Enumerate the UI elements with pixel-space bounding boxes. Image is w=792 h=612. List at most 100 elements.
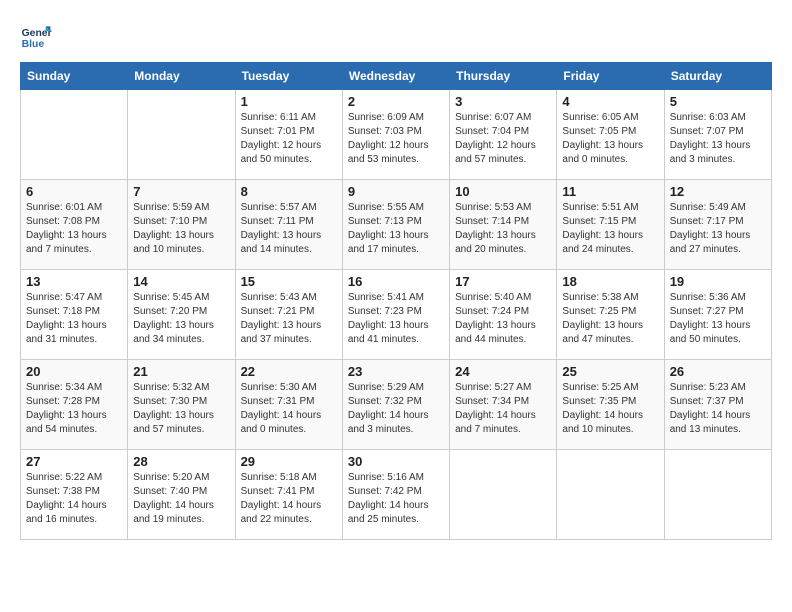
calendar-cell: 7 Sunrise: 5:59 AM Sunset: 7:10 PM Daylig… [128, 180, 235, 270]
calendar-cell: 28Sunrise: 5:20 AM Sunset: 7:40 PM Dayli… [128, 450, 235, 540]
day-detail: Sunrise: 5:16 AM Sunset: 7:42 PM Dayligh… [348, 471, 444, 527]
calendar-cell: 2 Sunrise: 6:09 AM Sunset: 7:03 PM Daylig… [342, 90, 449, 180]
calendar-cell: 3Sunrise: 6:07 AM Sunset: 7:04 PM Daylig… [450, 90, 557, 180]
calendar-cell: 30Sunrise: 5:16 AM Sunset: 7:42 PM Dayli… [342, 450, 449, 540]
day-detail: Sunrise: 5:41 AM Sunset: 7:23 PM Dayligh… [348, 291, 444, 347]
week-row-2: 6Sunrise: 6:01 AM Sunset: 7:08 PM Daylig… [21, 180, 772, 270]
day-number: 4 [562, 94, 658, 109]
calendar-cell: 24 Sunrise: 5:27 AM Sunset: 7:34 PM Dayli… [450, 360, 557, 450]
calendar-cell: 13 Sunrise: 5:47 AM Sunset: 7:18 PM Dayli… [21, 270, 128, 360]
calendar-cell: 4 Sunrise: 6:05 AM Sunset: 7:05 PM Daylig… [557, 90, 664, 180]
day-number: 25 [562, 364, 658, 379]
day-number: 10 [455, 184, 551, 199]
day-header-thursday: Thursday [450, 63, 557, 90]
calendar-cell: 27 Sunrise: 5:22 AM Sunset: 7:38 PM Dayli… [21, 450, 128, 540]
day-number: 8 [241, 184, 337, 199]
calendar-cell: 8 Sunrise: 5:57 AM Sunset: 7:11 PM Daylig… [235, 180, 342, 270]
day-detail: Sunrise: 5:34 AM Sunset: 7:28 PM Dayligh… [26, 381, 122, 437]
calendar-cell [450, 450, 557, 540]
day-header-saturday: Saturday [664, 63, 771, 90]
day-number: 7 [133, 184, 229, 199]
day-header-wednesday: Wednesday [342, 63, 449, 90]
day-number: 21 [133, 364, 229, 379]
day-detail: Sunrise: 5:49 AM Sunset: 7:17 PM Dayligh… [670, 201, 766, 257]
day-detail: Sunrise: 5:38 AM Sunset: 7:25 PM Dayligh… [562, 291, 658, 347]
calendar-cell: 11Sunrise: 5:51 AM Sunset: 7:15 PM Dayli… [557, 180, 664, 270]
day-number: 17 [455, 274, 551, 289]
day-number: 13 [26, 274, 122, 289]
calendar-cell: 15 Sunrise: 5:43 AM Sunset: 7:21 PM Dayli… [235, 270, 342, 360]
logo: General Blue [20, 20, 56, 52]
day-detail: Sunrise: 6:05 AM Sunset: 7:05 PM Dayligh… [562, 111, 658, 167]
day-number: 5 [670, 94, 766, 109]
calendar-cell [557, 450, 664, 540]
day-number: 23 [348, 364, 444, 379]
day-detail: Sunrise: 5:23 AM Sunset: 7:37 PM Dayligh… [670, 381, 766, 437]
calendar-cell: 14 Sunrise: 5:45 AM Sunset: 7:20 PM Dayli… [128, 270, 235, 360]
day-number: 16 [348, 274, 444, 289]
calendar-cell: 18 Sunrise: 5:38 AM Sunset: 7:25 PM Dayli… [557, 270, 664, 360]
calendar-cell [664, 450, 771, 540]
header-row: SundayMondayTuesdayWednesdayThursdayFrid… [21, 63, 772, 90]
day-detail: Sunrise: 5:57 AM Sunset: 7:11 PM Dayligh… [241, 201, 337, 257]
page-header: General Blue [20, 20, 772, 52]
day-header-friday: Friday [557, 63, 664, 90]
logo-icon: General Blue [20, 20, 52, 52]
calendar-cell: 12 Sunrise: 5:49 AM Sunset: 7:17 PM Dayli… [664, 180, 771, 270]
day-detail: Sunrise: 5:55 AM Sunset: 7:13 PM Dayligh… [348, 201, 444, 257]
week-row-5: 27 Sunrise: 5:22 AM Sunset: 7:38 PM Dayli… [21, 450, 772, 540]
day-detail: Sunrise: 6:09 AM Sunset: 7:03 PM Dayligh… [348, 111, 444, 167]
day-detail: Sunrise: 5:32 AM Sunset: 7:30 PM Dayligh… [133, 381, 229, 437]
day-detail: Sunrise: 5:40 AM Sunset: 7:24 PM Dayligh… [455, 291, 551, 347]
day-number: 28 [133, 454, 229, 469]
day-number: 12 [670, 184, 766, 199]
calendar-cell: 23 Sunrise: 5:29 AM Sunset: 7:32 PM Dayli… [342, 360, 449, 450]
calendar-cell [21, 90, 128, 180]
calendar-cell: 16 Sunrise: 5:41 AM Sunset: 7:23 PM Dayli… [342, 270, 449, 360]
day-number: 11 [562, 184, 658, 199]
day-detail: Sunrise: 5:22 AM Sunset: 7:38 PM Dayligh… [26, 471, 122, 527]
day-number: 3 [455, 94, 551, 109]
calendar-cell: 21 Sunrise: 5:32 AM Sunset: 7:30 PM Dayli… [128, 360, 235, 450]
day-number: 20 [26, 364, 122, 379]
day-detail: Sunrise: 5:53 AM Sunset: 7:14 PM Dayligh… [455, 201, 551, 257]
day-header-tuesday: Tuesday [235, 63, 342, 90]
calendar-cell: 5 Sunrise: 6:03 AM Sunset: 7:07 PM Daylig… [664, 90, 771, 180]
day-number: 2 [348, 94, 444, 109]
day-number: 29 [241, 454, 337, 469]
day-detail: Sunrise: 5:59 AM Sunset: 7:10 PM Dayligh… [133, 201, 229, 257]
day-detail: Sunrise: 5:18 AM Sunset: 7:41 PM Dayligh… [241, 471, 337, 527]
calendar-cell: 29 Sunrise: 5:18 AM Sunset: 7:41 PM Dayli… [235, 450, 342, 540]
day-detail: Sunrise: 5:25 AM Sunset: 7:35 PM Dayligh… [562, 381, 658, 437]
calendar-cell: 10 Sunrise: 5:53 AM Sunset: 7:14 PM Dayli… [450, 180, 557, 270]
week-row-1: 1Sunrise: 6:11 AM Sunset: 7:01 PM Daylig… [21, 90, 772, 180]
calendar-cell: 19 Sunrise: 5:36 AM Sunset: 7:27 PM Dayli… [664, 270, 771, 360]
svg-text:Blue: Blue [22, 39, 45, 50]
day-number: 19 [670, 274, 766, 289]
calendar-cell: 26 Sunrise: 5:23 AM Sunset: 7:37 PM Dayli… [664, 360, 771, 450]
day-detail: Sunrise: 5:47 AM Sunset: 7:18 PM Dayligh… [26, 291, 122, 347]
calendar-cell: 25 Sunrise: 5:25 AM Sunset: 7:35 PM Dayli… [557, 360, 664, 450]
day-detail: Sunrise: 6:03 AM Sunset: 7:07 PM Dayligh… [670, 111, 766, 167]
day-detail: Sunrise: 6:01 AM Sunset: 7:08 PM Dayligh… [26, 201, 122, 257]
day-detail: Sunrise: 5:43 AM Sunset: 7:21 PM Dayligh… [241, 291, 337, 347]
calendar-cell: 9Sunrise: 5:55 AM Sunset: 7:13 PM Daylig… [342, 180, 449, 270]
day-number: 27 [26, 454, 122, 469]
day-number: 15 [241, 274, 337, 289]
calendar-cell: 20 Sunrise: 5:34 AM Sunset: 7:28 PM Dayli… [21, 360, 128, 450]
calendar-cell: 22Sunrise: 5:30 AM Sunset: 7:31 PM Dayli… [235, 360, 342, 450]
day-detail: Sunrise: 6:11 AM Sunset: 7:01 PM Dayligh… [241, 111, 337, 167]
day-number: 24 [455, 364, 551, 379]
calendar-cell: 6Sunrise: 6:01 AM Sunset: 7:08 PM Daylig… [21, 180, 128, 270]
day-detail: Sunrise: 5:45 AM Sunset: 7:20 PM Dayligh… [133, 291, 229, 347]
day-number: 14 [133, 274, 229, 289]
day-detail: Sunrise: 5:29 AM Sunset: 7:32 PM Dayligh… [348, 381, 444, 437]
day-number: 18 [562, 274, 658, 289]
calendar-cell [128, 90, 235, 180]
day-detail: Sunrise: 5:36 AM Sunset: 7:27 PM Dayligh… [670, 291, 766, 347]
day-detail: Sunrise: 5:27 AM Sunset: 7:34 PM Dayligh… [455, 381, 551, 437]
day-header-sunday: Sunday [21, 63, 128, 90]
calendar-table: SundayMondayTuesdayWednesdayThursdayFrid… [20, 62, 772, 540]
day-number: 26 [670, 364, 766, 379]
day-header-monday: Monday [128, 63, 235, 90]
